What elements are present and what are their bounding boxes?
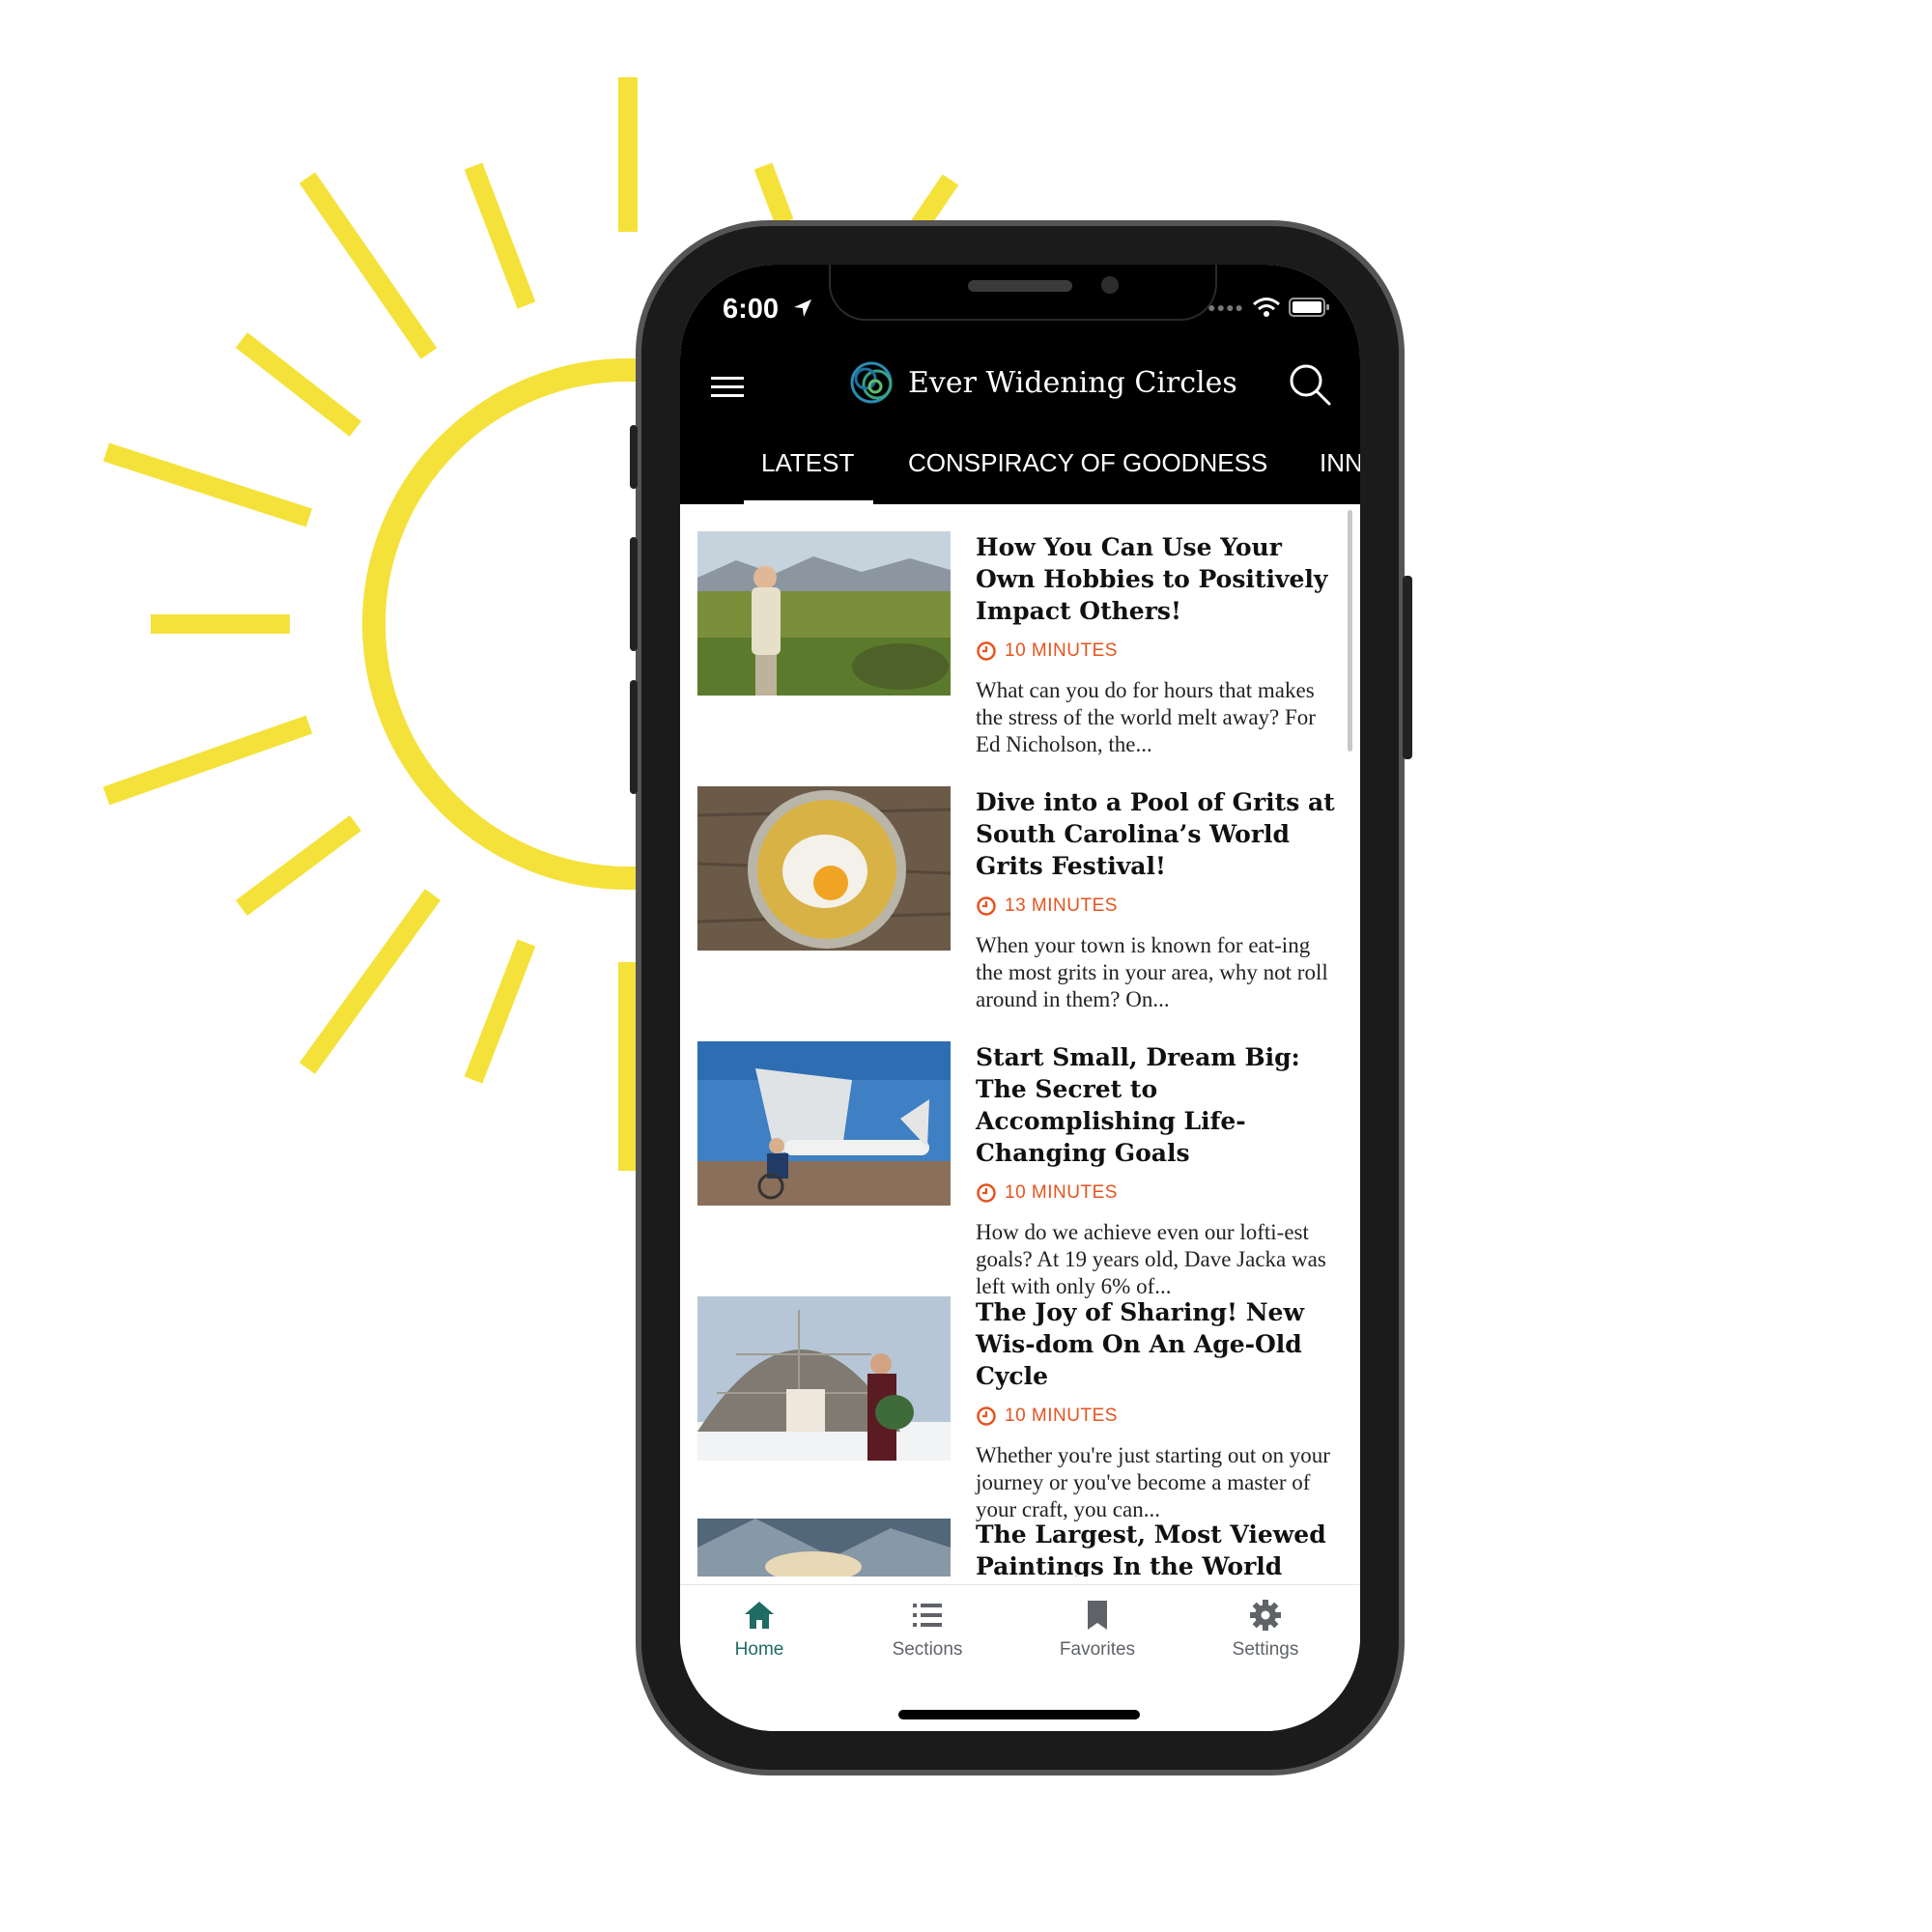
article-title: The Largest, Most Viewed Paintings In th… (976, 1520, 1326, 1577)
read-time-label: 10 MINUTES (1005, 1406, 1118, 1426)
brand-name: Ever Widening Circles (908, 365, 1237, 400)
read-time-label: 13 MINUTES (1005, 895, 1118, 916)
nav-favorites[interactable]: Favorites (1030, 1597, 1165, 1661)
status-time: 6:00 (723, 294, 780, 325)
phone-notch (829, 265, 1217, 321)
read-time: 10 MINUTES (976, 1180, 1337, 1206)
circles-logo-icon (850, 361, 893, 404)
tab-inn[interactable]: INN (1320, 444, 1360, 500)
phone-mute-switch (630, 425, 638, 489)
article-title: Start Small, Dream Big: The Secret to Ac… (976, 1043, 1300, 1167)
nav-settings-label: Settings (1232, 1639, 1299, 1660)
nav-sections-label: Sections (892, 1639, 963, 1660)
list-icon (913, 1604, 942, 1627)
home-indicator[interactable] (898, 1710, 1140, 1719)
hamburger-menu-icon[interactable] (711, 373, 744, 402)
nav-settings[interactable]: Settings (1198, 1597, 1333, 1661)
article-title: The Joy of Sharing! New Wis-dom On An Ag… (976, 1298, 1304, 1390)
tab-conspiracy-of-goodness[interactable]: CONSPIRACY OF GOODNESS (908, 444, 1267, 500)
article-list[interactable]: How You Can Use Your Own Hobbies to Posi… (680, 504, 1360, 1577)
list-scrollbar[interactable] (1348, 510, 1352, 752)
section-tabs: LATEST CONSPIRACY OF GOODNESS INN (680, 444, 1360, 506)
article-excerpt: What can you do for hours that makes the… (976, 678, 1316, 756)
article-thumbnail-fisherman (697, 531, 951, 696)
phone-power-button (1403, 576, 1412, 759)
nav-home-label: Home (734, 1639, 784, 1660)
clock-icon (977, 1183, 996, 1203)
wifi-icon (1253, 298, 1280, 317)
article-title: How You Can Use Your Own Hobbies to Posi… (976, 533, 1328, 625)
bookmark-icon (1088, 1601, 1107, 1630)
home-icon (745, 1602, 774, 1629)
tab-latest[interactable]: LATEST (743, 444, 874, 506)
magnifier-icon[interactable] (1287, 361, 1333, 408)
nav-home[interactable]: Home (692, 1597, 827, 1661)
read-time-label: 10 MINUTES (1005, 640, 1118, 661)
brand-logo-lockup[interactable]: Ever Widening Circles (848, 357, 1237, 408)
status-indicators: ●●●● (1208, 296, 1331, 319)
clock-icon (977, 641, 996, 661)
battery-icon (1289, 298, 1329, 317)
read-time: 10 MINUTES (976, 1404, 1337, 1429)
article-excerpt: When your town is known for eat-ing the … (976, 933, 1328, 1011)
article-thumbnail-greenhouse (697, 1296, 951, 1461)
front-camera (1101, 276, 1119, 294)
nav-favorites-label: Favorites (1059, 1639, 1136, 1660)
phone-volume-down (630, 680, 638, 794)
signal-dots-icon: ●●●● (1208, 299, 1244, 315)
nav-sections[interactable]: Sections (860, 1597, 995, 1661)
article-thumbnail-painting (697, 1519, 951, 1577)
article-excerpt: How do we achieve even our lofti-est goa… (976, 1220, 1326, 1298)
article-title: Dive into a Pool of Grits at South Carol… (976, 788, 1335, 880)
clock-icon (977, 896, 996, 916)
app-header: 6:00 ●●●● Ever Widening Circles LATEST C… (680, 265, 1360, 506)
earpiece-speaker (968, 280, 1072, 292)
article-thumbnail-grits (697, 786, 951, 951)
read-time: 10 MINUTES (976, 639, 1337, 664)
read-time: 13 MINUTES (976, 894, 1337, 919)
gear-icon (1250, 1600, 1281, 1631)
phone-volume-up (630, 537, 638, 651)
phone-screen: 6:00 ●●●● Ever Widening Circles LATEST C… (680, 265, 1360, 1731)
read-time-label: 10 MINUTES (1005, 1182, 1118, 1203)
article-thumbnail-airplane (697, 1041, 951, 1206)
location-arrow-icon (794, 299, 811, 317)
article-excerpt: Whether you're just starting out on your… (976, 1443, 1330, 1521)
clock-icon (977, 1406, 996, 1426)
